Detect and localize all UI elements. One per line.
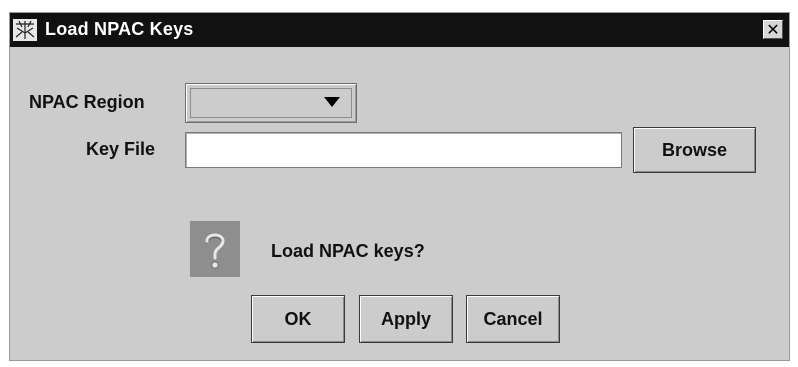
key-file-field[interactable] [185,132,622,168]
question-icon [190,221,240,277]
confirmation-message: Load NPAC keys? [271,241,425,261]
ok-button[interactable]: OK [251,295,345,343]
cancel-button[interactable]: Cancel [466,295,560,343]
chevron-down-icon[interactable] [324,97,340,107]
close-icon: ✕ [766,20,780,39]
key-file-input[interactable] [186,133,621,167]
title-bar[interactable]: Load NPAC Keys ✕ [10,13,789,47]
app-icon [13,19,37,41]
load-npac-keys-dialog: Load NPAC Keys ✕ NPAC Region Key File Br… [9,12,790,361]
close-button[interactable]: ✕ [763,20,783,39]
npac-region-dropdown[interactable] [185,83,357,123]
apply-button[interactable]: Apply [359,295,453,343]
npac-region-label: NPAC Region [29,92,145,112]
key-file-label: Key File [86,139,156,159]
window-title: Load NPAC Keys [45,19,194,39]
browse-button[interactable]: Browse [633,127,756,173]
